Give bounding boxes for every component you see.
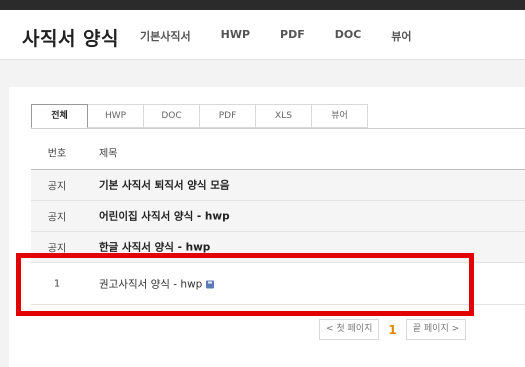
tab-xls[interactable]: XLS: [255, 104, 312, 128]
notice-label: 공지: [47, 181, 67, 193]
main-nav: 기본사직서 HWP PDF DOC 뷰어: [140, 28, 442, 44]
notice-title-link[interactable]: 어린이집 사직서 양식 - hwp: [99, 209, 230, 224]
notice-row[interactable]: 공지 어린이집 사직서 양식 - hwp: [31, 201, 525, 232]
site-header: 사직서 양식 기본사직서 HWP PDF DOC 뷰어: [0, 10, 525, 60]
tab-all[interactable]: 전체: [31, 104, 88, 128]
nav-item-doc[interactable]: DOC: [335, 28, 362, 44]
category-tabs: 전체 HWP DOC PDF XLS 뷰어: [31, 104, 368, 128]
tab-doc[interactable]: DOC: [143, 104, 200, 128]
pagination: < 첫 페이지 1 끝 페이지 >: [319, 319, 467, 340]
column-header-title: 제목: [99, 148, 118, 160]
nav-item-basic[interactable]: 기본사직서: [140, 28, 191, 44]
tab-hwp[interactable]: HWP: [87, 104, 144, 128]
tab-divider: [31, 128, 525, 129]
notice-title-link[interactable]: 기본 사직서 퇴직서 양식 모음: [99, 178, 230, 193]
current-page-number[interactable]: 1: [388, 323, 396, 337]
notice-row[interactable]: 공지 기본 사직서 퇴직서 양식 모음: [31, 170, 525, 201]
first-page-button[interactable]: < 첫 페이지: [319, 319, 380, 340]
notice-label: 공지: [47, 212, 67, 224]
tab-pdf[interactable]: PDF: [199, 104, 256, 128]
highlight-box: [16, 253, 474, 316]
nav-item-hwp[interactable]: HWP: [221, 28, 250, 44]
nav-item-pdf[interactable]: PDF: [280, 28, 305, 44]
last-page-button[interactable]: 끝 페이지 >: [405, 319, 467, 340]
nav-item-viewer[interactable]: 뷰어: [391, 28, 411, 44]
column-header-num: 번호: [47, 148, 67, 160]
list-header: 번호 제목: [31, 135, 525, 170]
top-bar: [0, 0, 525, 10]
site-title[interactable]: 사직서 양식: [22, 24, 119, 51]
tab-viewer[interactable]: 뷰어: [311, 104, 368, 128]
